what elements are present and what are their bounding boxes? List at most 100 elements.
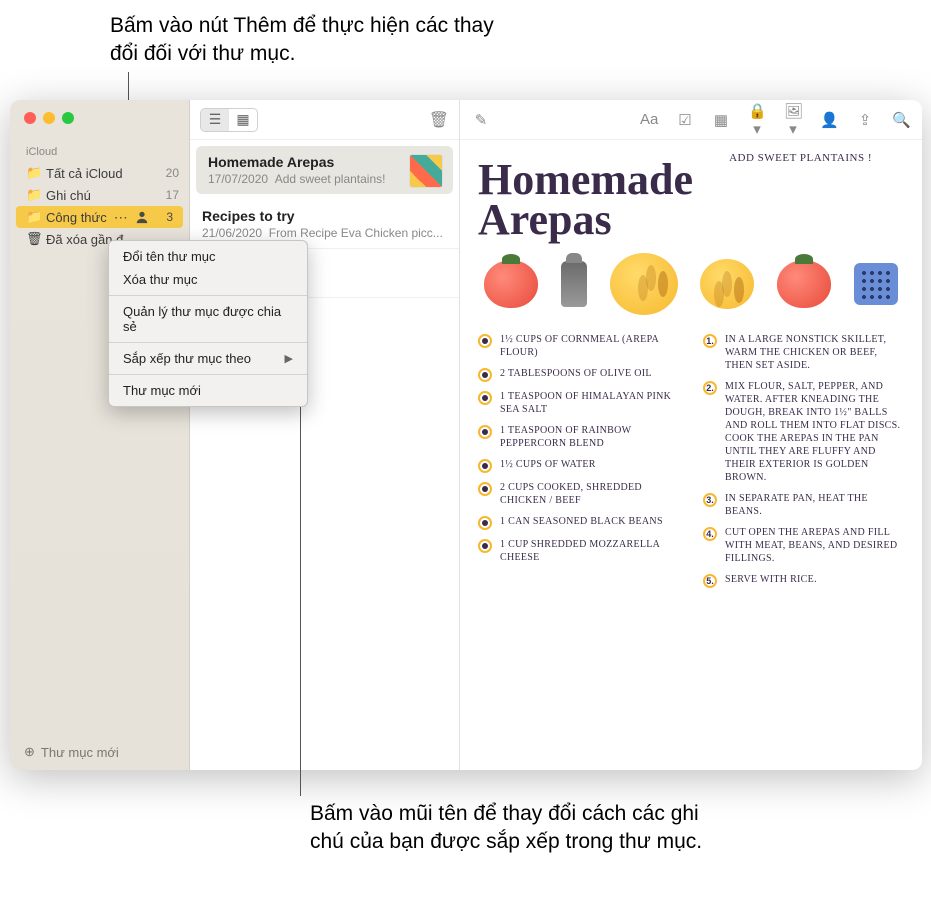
table-icon[interactable]: ▦ (712, 111, 730, 129)
ingredient: 1 cup shredded mozzarella cheese (500, 538, 679, 564)
note-subtitle: 17/07/2020 Add sweet plantains! (208, 172, 441, 186)
step-number-icon: 5. (703, 574, 717, 588)
note-content[interactable]: ADD SWEET PLANTAINS ! HomemadeArepas 1½ … (460, 140, 922, 770)
ingredient: 1½ cups of water (500, 458, 596, 471)
checklist-icon[interactable]: ☑ (676, 111, 694, 129)
zoom-window[interactable] (62, 112, 74, 124)
note-title: Recipes to try (202, 208, 447, 224)
beans-illustration (854, 263, 898, 305)
new-folder-label: Thư mục mới (41, 745, 119, 760)
grid-view-icon[interactable]: ▦ (229, 109, 257, 131)
plus-icon: ⊕ (24, 744, 35, 760)
menu-delete-folder[interactable]: Xóa thư mục (109, 268, 307, 291)
ingredient: 2 tablespoons of olive oil (500, 367, 652, 380)
ingredients-list: 1½ cups of cornmeal (arepa flour) 2 tabl… (478, 333, 679, 596)
list-view-icon[interactable]: ☰ (201, 109, 229, 131)
ingredient: 1 can seasoned black beans (500, 515, 663, 528)
bullet-icon (478, 482, 492, 496)
step: Mix flour, salt, pepper, and water. Afte… (725, 380, 904, 484)
delete-note-button[interactable]: 🗑 (429, 110, 449, 130)
close-window[interactable] (24, 112, 36, 124)
menu-manage-shared[interactable]: Quản lý thư mục được chia sẻ (109, 300, 307, 338)
sidebar-section-label: iCloud (10, 140, 189, 162)
step-number-icon: 4. (703, 527, 717, 541)
format-icon[interactable]: Aa (640, 111, 658, 128)
more-icon[interactable]: ⋯ (113, 209, 129, 225)
shaker-illustration (561, 261, 587, 307)
sidebar: iCloud 📁 Tất cả iCloud 20 📁 Ghi chú 17 📁… (10, 100, 190, 770)
note-editor: ✎ Aa ☑ ▦ 🔒▾ 🖼▾ 👤 ⇪ 🔍 ADD SWEET PLANTAINS… (460, 100, 922, 770)
compose-icon[interactable]: ✎ (472, 111, 490, 129)
callout-line (300, 348, 301, 796)
note-title: Homemade Arepas (208, 154, 441, 170)
search-icon[interactable]: 🔍 (892, 111, 910, 129)
ingredient: 1 teaspoon of rainbow peppercorn blend (500, 424, 679, 450)
arepa-illustration (700, 259, 754, 309)
sidebar-item-notes[interactable]: 📁 Ghi chú 17 (10, 184, 189, 206)
ingredient: 2 cups cooked, shredded chicken / beef (500, 481, 679, 507)
folder-context-menu: Đổi tên thư mục Xóa thư mục Quản lý thư … (108, 240, 308, 407)
folder-icon: 📁 (26, 165, 40, 181)
note-list: ☰ ▦ 🗑 Homemade Arepas 17/07/2020 Add swe… (190, 100, 460, 770)
editor-toolbar: ✎ Aa ☑ ▦ 🔒▾ 🖼▾ 👤 ⇪ 🔍 (460, 100, 922, 140)
ingredient: 1½ cups of cornmeal (arepa flour) (500, 333, 679, 359)
ingredient: 1 teaspoon of Himalayan pink sea salt (500, 390, 679, 416)
sidebar-item-count: 17 (166, 188, 179, 202)
chevron-right-icon: ▶ (285, 352, 293, 365)
folder-icon: 📁 (26, 187, 40, 203)
menu-sort-by[interactable]: Sắp xếp thư mục theo▶ (109, 347, 307, 370)
callout-top: Bấm vào nút Thêm để thực hiện các thay đ… (110, 12, 510, 69)
bullet-icon (478, 539, 492, 553)
bullet-icon (478, 459, 492, 473)
bullet-icon (478, 425, 492, 439)
step: Serve with rice. (725, 573, 817, 586)
sidebar-item-count: 3 (166, 210, 173, 224)
recipe-columns: 1½ cups of cornmeal (arepa flour) 2 tabl… (478, 333, 904, 596)
media-icon[interactable]: 🖼▾ (784, 102, 802, 138)
note-thumbnail (409, 154, 443, 188)
sidebar-item-label: Tất cả iCloud (46, 166, 123, 181)
note-heading: HomemadeArepas (478, 160, 904, 239)
collaborate-icon[interactable]: 👤 (820, 111, 838, 129)
arepa-illustration (610, 253, 678, 315)
menu-new-folder[interactable]: Thư mục mới (109, 379, 307, 402)
step: In a large nonstick skillet, warm the ch… (725, 333, 904, 372)
trash-icon: 🗑 (26, 231, 40, 247)
menu-separator (109, 374, 307, 375)
bullet-icon (478, 334, 492, 348)
minimize-window[interactable] (43, 112, 55, 124)
step: In separate pan, heat the beans. (725, 492, 904, 518)
window-controls (10, 100, 189, 140)
menu-separator (109, 295, 307, 296)
steps-list: 1. In a large nonstick skillet, warm the … (703, 333, 904, 596)
step-number-icon: 3. (703, 493, 717, 507)
illustration-row (478, 253, 904, 315)
sidebar-item-label: Công thức (46, 210, 107, 225)
lock-icon[interactable]: 🔒▾ (748, 102, 766, 138)
list-toolbar: ☰ ▦ 🗑 (190, 100, 459, 140)
note-annotation: ADD SWEET PLANTAINS ! (729, 152, 872, 164)
note-list-item[interactable]: Homemade Arepas 17/07/2020 Add sweet pla… (196, 146, 453, 194)
sidebar-item-recipes[interactable]: 📁 Công thức ⋯ 3 (16, 206, 183, 228)
sidebar-item-all-icloud[interactable]: 📁 Tất cả iCloud 20 (10, 162, 189, 184)
step: Cut open the arepas and fill with meat, … (725, 526, 904, 565)
step-number-icon: 2. (703, 381, 717, 395)
shared-icon (135, 210, 149, 224)
bullet-icon (478, 391, 492, 405)
bullet-icon (478, 516, 492, 530)
menu-rename-folder[interactable]: Đổi tên thư mục (109, 245, 307, 268)
share-icon[interactable]: ⇪ (856, 111, 874, 129)
sidebar-item-label: Ghi chú (46, 188, 91, 203)
menu-separator (109, 342, 307, 343)
tomato-illustration (484, 260, 538, 308)
sidebar-item-count: 20 (166, 166, 179, 180)
new-folder-button[interactable]: ⊕ Thư mục mới (10, 734, 189, 770)
folder-icon: 📁 (26, 209, 40, 225)
callout-bottom: Bấm vào mũi tên để thay đổi cách các ghi… (310, 800, 710, 857)
tomato-illustration (777, 260, 831, 308)
step-number-icon: 1. (703, 334, 717, 348)
note-subtitle: 21/06/2020 From Recipe Eva Chicken picc.… (202, 226, 447, 240)
view-toggle[interactable]: ☰ ▦ (200, 108, 258, 132)
bullet-icon (478, 368, 492, 382)
notes-window: iCloud 📁 Tất cả iCloud 20 📁 Ghi chú 17 📁… (10, 100, 922, 770)
